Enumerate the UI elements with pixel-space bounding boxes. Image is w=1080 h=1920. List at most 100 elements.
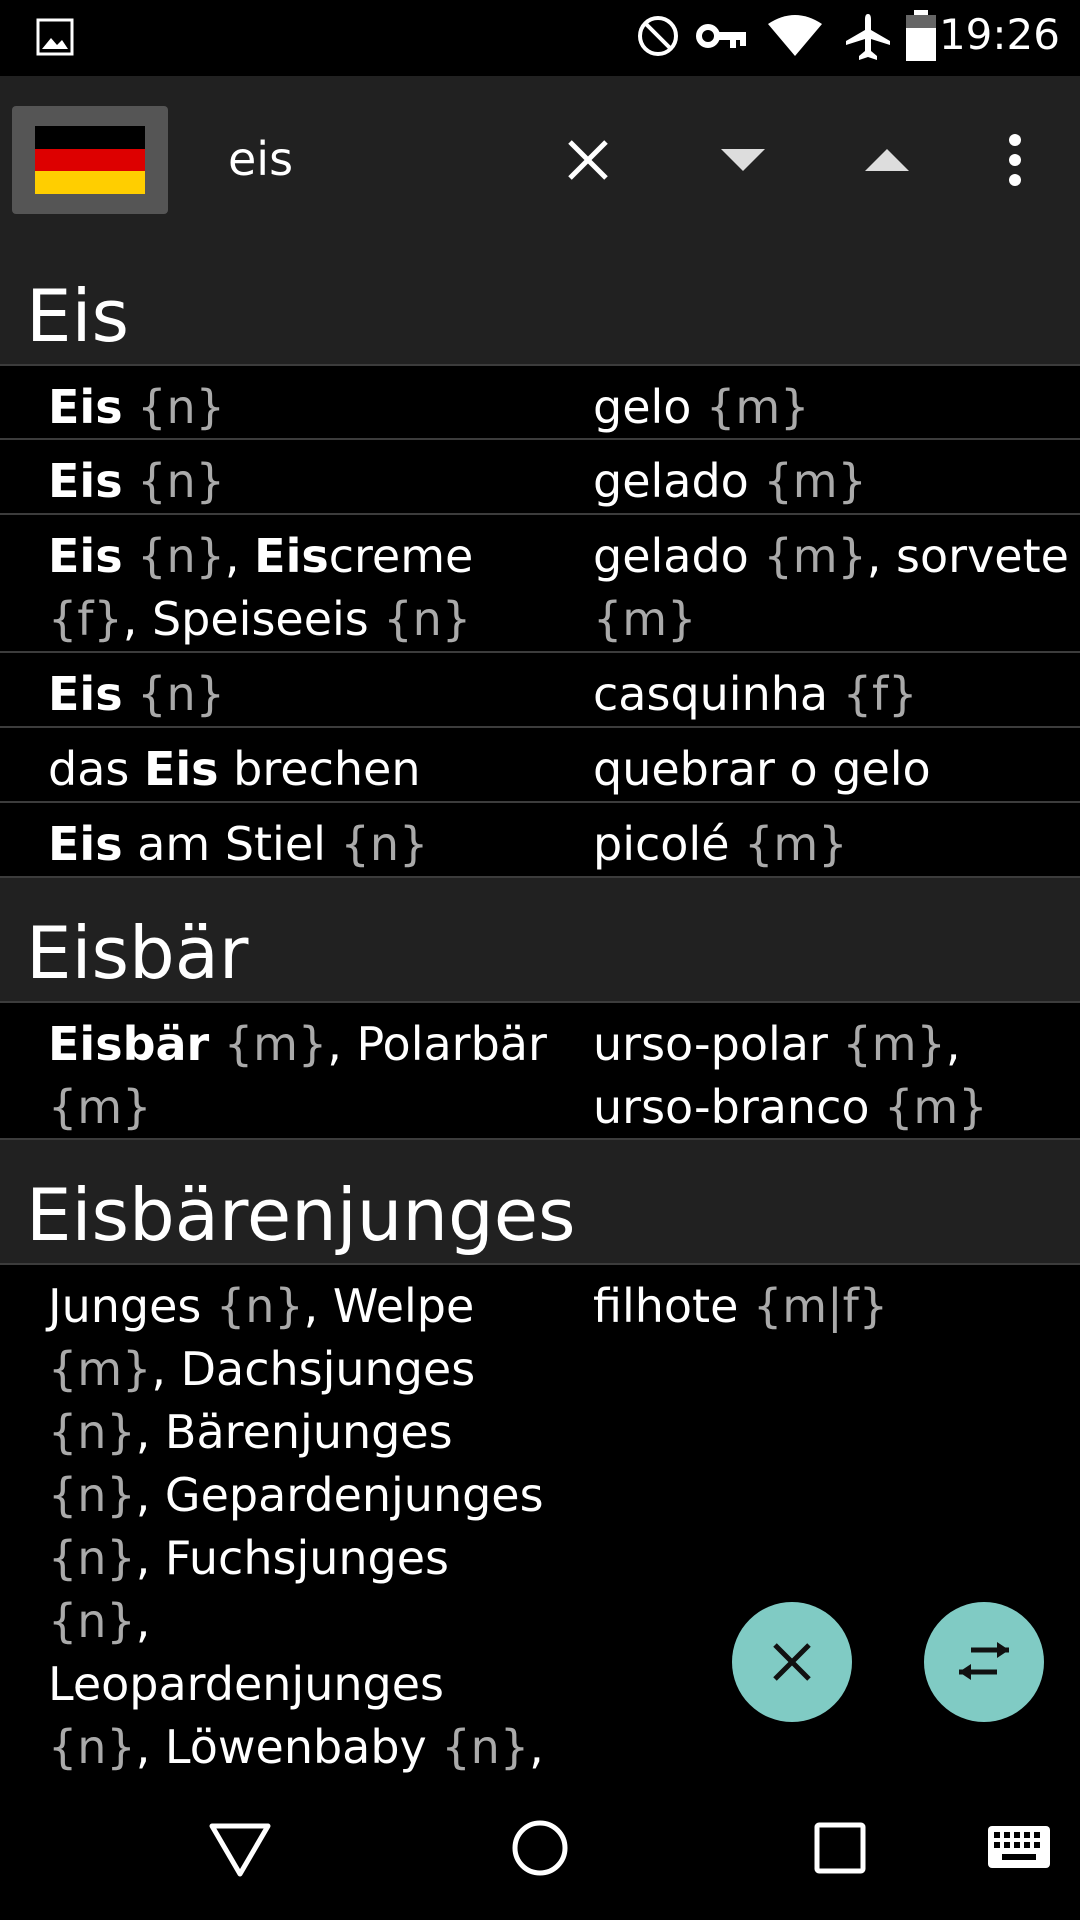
entry-row[interactable]: Eisbär {m}, Polarbär {m} urso-polar {m},… <box>0 1003 1080 1140</box>
back-nav-button[interactable] <box>208 1822 272 1882</box>
entry-german: Eis {n} <box>48 663 548 726</box>
gender-tag: {m} <box>884 1080 988 1134</box>
entry-portuguese: quebrar o gelo <box>593 738 1073 801</box>
highlighted-term: Eis <box>48 454 123 508</box>
entry-german: Eis am Stiel {n} <box>48 813 548 876</box>
gender-tag: {n} <box>383 592 472 646</box>
gender-tag: {n} <box>137 454 225 508</box>
gender-tag: {m|f} <box>753 1279 889 1333</box>
gender-tag: {n} <box>48 1468 136 1522</box>
swap-horiz-icon <box>959 1642 1009 1680</box>
text-segment: quebrar o gelo <box>593 742 931 796</box>
swap-languages-fab-button[interactable] <box>924 1602 1044 1722</box>
language-flag-button[interactable] <box>12 106 168 214</box>
gender-tag: {m} <box>593 592 697 646</box>
navigation-bar <box>0 1778 1080 1920</box>
text-segment: , Bärenjunges <box>135 1405 453 1459</box>
gender-tag: {n} <box>48 1405 136 1459</box>
next-result-button[interactable] <box>698 116 788 204</box>
overflow-menu-button[interactable] <box>970 116 1060 204</box>
text-segment: , Gepardenjunges <box>135 1468 544 1522</box>
gender-tag: {n} <box>137 667 225 721</box>
entry-portuguese: gelo {m} <box>593 376 1073 439</box>
entry-portuguese: casquinha {f} <box>593 663 1073 726</box>
entry-german: Junges {n}, Welpe {m}, Dachsjunges {n}, … <box>48 1275 548 1778</box>
clear-fab-button[interactable] <box>732 1602 852 1722</box>
text-segment: casquinha <box>593 667 843 721</box>
gender-tag: {f} <box>842 667 918 721</box>
entry-portuguese: filhote {m|f} <box>593 1275 1073 1338</box>
arrow-up-icon <box>865 149 909 171</box>
search-input[interactable]: eis <box>228 132 293 186</box>
entry-row[interactable]: Eis {n} gelo {m} <box>0 366 1080 440</box>
entry-german: Eis {n}, Eiscreme {f}, Speiseeis {n} <box>48 525 548 651</box>
text-segment: gelo <box>593 380 707 434</box>
clear-search-button[interactable] <box>543 116 633 204</box>
text-segment: , Dachsjunges <box>151 1342 476 1396</box>
text-segment: am Stiel <box>122 817 341 871</box>
text-segment: gelado <box>593 529 764 583</box>
gender-tag: {n} <box>137 529 225 583</box>
entry-portuguese: gelado {m}, sorvete {m} <box>593 525 1073 651</box>
highlighted-term: Eis <box>48 380 123 434</box>
section-header: Eisbärenjunges <box>0 1140 1080 1265</box>
text-segment: creme <box>328 529 474 583</box>
gender-tag: {m} <box>48 1080 152 1134</box>
text-segment: , Fuchsjunges <box>135 1531 449 1585</box>
highlighted-term: Eisbär <box>48 1017 210 1071</box>
gender-tag: {m} <box>48 1342 152 1396</box>
entry-portuguese: gelado {m} <box>593 450 1073 513</box>
close-icon <box>773 1643 811 1681</box>
image-notification-icon <box>36 18 74 60</box>
text-segment: das <box>48 742 144 796</box>
text-segment: , Löwenbaby <box>135 1720 442 1774</box>
results-list: Eis Eis {n} gelo {m} Eis {n} gelado {m} … <box>0 244 1080 1778</box>
keyboard-button[interactable] <box>988 1826 1050 1872</box>
section-header: Eisbär <box>0 878 1080 1003</box>
entry-row[interactable]: Eis am Stiel {n} picolé {m} <box>0 803 1080 878</box>
text-segment: , Welpe <box>303 1279 475 1333</box>
gender-tag: {m} <box>842 1017 946 1071</box>
highlighted-term: Eis <box>48 529 123 583</box>
previous-result-button[interactable] <box>842 116 932 204</box>
gender-tag: {n} <box>48 1594 136 1648</box>
entry-row[interactable]: Eis {n}, Eiscreme {f}, Speiseeis {n} gel… <box>0 515 1080 653</box>
section-header: Eis <box>0 244 1080 366</box>
text-segment <box>209 1017 224 1071</box>
close-icon <box>568 140 608 180</box>
entry-portuguese: urso-polar {m}, urso-branco {m} <box>593 1013 1073 1139</box>
gender-tag: {n} <box>48 1531 136 1585</box>
gender-tag: {n} <box>441 1720 530 1774</box>
gender-tag: {m} <box>706 380 810 434</box>
gender-tag: {m} <box>223 1017 328 1071</box>
text-segment <box>123 529 138 583</box>
arrow-down-icon <box>721 149 765 171</box>
gender-tag: {m} <box>744 817 848 871</box>
gender-tag: {n} <box>215 1279 304 1333</box>
highlighted-term: Eis <box>254 529 329 583</box>
text-segment <box>123 380 138 434</box>
back-triangle-icon <box>209 1823 271 1877</box>
text-segment: Junges <box>48 1279 216 1333</box>
text-segment: , Speiseeis <box>122 592 384 646</box>
highlighted-term: Eis <box>48 817 123 871</box>
text-segment <box>123 454 138 508</box>
text-segment <box>123 667 138 721</box>
recents-nav-button[interactable] <box>814 1822 866 1878</box>
entry-german: das Eis brechen <box>48 738 548 801</box>
home-nav-button[interactable] <box>510 1818 570 1882</box>
highlighted-term: Eis <box>143 742 219 796</box>
text-segment: filhote <box>593 1279 754 1333</box>
airplane-mode-icon <box>844 12 892 66</box>
entry-german: Eisbär {m}, Polarbär {m} <box>48 1013 548 1139</box>
more-vert-icon <box>1009 134 1021 186</box>
section-title: Eisbärenjunges <box>26 1173 576 1257</box>
entry-row[interactable]: Junges {n}, Welpe {m}, Dachsjunges {n}, … <box>0 1265 1080 1778</box>
highlighted-term: Eis <box>48 667 123 721</box>
entry-row[interactable]: Eis {n} gelado {m} <box>0 440 1080 515</box>
entry-row[interactable]: Eis {n} casquinha {f} <box>0 653 1080 728</box>
text-segment: , <box>224 529 255 583</box>
entry-row[interactable]: das Eis brechen quebrar o gelo <box>0 728 1080 803</box>
home-circle-icon <box>512 1820 568 1876</box>
text-segment: picolé <box>593 817 745 871</box>
